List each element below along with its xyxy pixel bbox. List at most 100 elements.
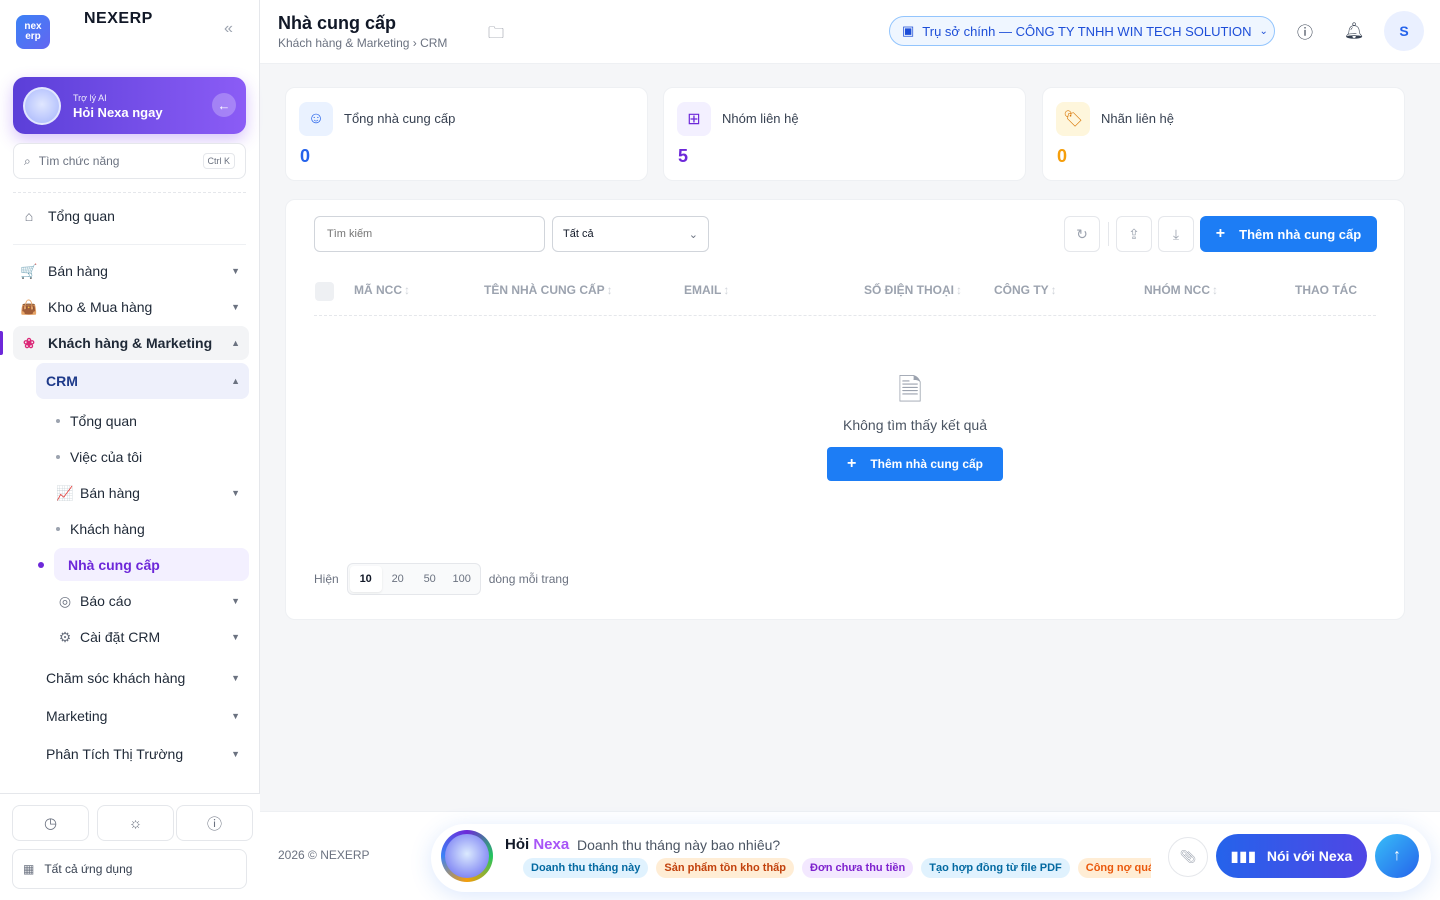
history-icon[interactable]: ◷ (12, 805, 89, 841)
chip-low-stock[interactable]: Sản phẩm tồn kho thấp (656, 858, 795, 878)
filter-select[interactable]: Tất cả ⌄ (552, 216, 709, 252)
talk-to-nexa-button[interactable]: ▮▮▮ Nói với Nexa (1216, 834, 1367, 878)
plus-icon: + (846, 455, 857, 472)
chip-overdue-debt[interactable]: Công nợ quá hạn (1077, 858, 1151, 878)
help-icon[interactable]: ⓘ (1290, 16, 1320, 46)
col-email[interactable]: EMAIL ↕ (684, 283, 729, 297)
active-dot (38, 562, 44, 568)
nav-customer-marketing[interactable]: ❀ Khách hàng & Marketing ▲ (20, 333, 240, 353)
refresh-icon[interactable]: ↻ (1064, 216, 1100, 252)
divider (13, 192, 246, 193)
upload-icon[interactable]: ⇪ (1116, 216, 1152, 252)
branch-selector[interactable]: ▣ Trụ sở chính — CÔNG TY TNHH WIN TECH S… (889, 16, 1275, 46)
page-title: Nhà cung cấp (278, 13, 397, 33)
nav-crm-sales[interactable]: 📈 Bán hàng ▼ (56, 483, 240, 503)
nav-market-analysis[interactable]: Phân Tích Thị Trường ▼ (46, 744, 240, 764)
search-icon: ⌕ (24, 153, 31, 168)
sidebar: nex erp NEXERP « Trợ lý AI Hỏi Nexa ngay… (0, 0, 260, 900)
collapse-sidebar-icon[interactable]: « (224, 20, 233, 38)
nexa-robot-icon (23, 87, 61, 125)
function-search[interactable]: ⌕ Tìm chức năng Ctrl K (13, 143, 246, 179)
nexa-title: Hỏi Nexa (505, 836, 570, 853)
caret-down-icon: ▼ (231, 488, 240, 498)
chip-unpaid-orders[interactable]: Đơn chưa thu tiền (802, 858, 914, 878)
alert-icon[interactable]: ⓘ (176, 805, 253, 841)
col-phone[interactable]: SỐ ĐIỆN THOẠI ↕ (864, 283, 962, 297)
ai-card-subtitle: Trợ lý AI (73, 93, 107, 103)
col-supplier-group[interactable]: NHÓM NCC ↕ (1144, 283, 1218, 297)
page-size-group: 10 20 50 100 (346, 563, 481, 595)
stat-total-suppliers: ☺ Tổng nhà cung cấp 0 (285, 87, 648, 181)
col-company[interactable]: CÔNG TY ↕ (994, 283, 1057, 297)
nexa-assistant-bar: Hỏi Nexa Doanh thu tháng này bao nhiêu? … (431, 824, 1431, 892)
select-all-checkbox[interactable] (315, 282, 334, 301)
active-indicator (0, 331, 3, 355)
page-size-20[interactable]: 20 (382, 566, 414, 592)
chip-revenue[interactable]: Doanh thu tháng này (523, 858, 649, 878)
download-icon[interactable]: ⤓ (1158, 216, 1194, 252)
nav-crm-settings[interactable]: ⚙ Cài đặt CRM ▼ (56, 627, 240, 647)
home-icon: ⌂ (24, 208, 34, 224)
caret-down-icon: ▼ (231, 266, 240, 276)
search-input[interactable]: Tìm chức năng (39, 154, 120, 168)
table-search-input[interactable] (314, 216, 545, 252)
caret-down-icon: ▼ (231, 596, 240, 606)
search-shortcut: Ctrl K (202, 153, 235, 169)
chip-contract-pdf[interactable]: Tạo hợp đồng từ file PDF (921, 858, 1070, 878)
bag-icon: 👜 (20, 298, 38, 315)
all-apps-button[interactable]: ▦ Tất cả ứng dụng (12, 849, 247, 889)
send-arrow-icon[interactable]: ↑ (1375, 834, 1419, 878)
page-size-10[interactable]: 10 (349, 566, 382, 592)
gear-icon: ⚙ (58, 628, 72, 645)
caret-down-icon: ▼ (231, 711, 240, 721)
chevron-down-icon: ⌄ (1259, 25, 1268, 37)
nexa-robot-icon[interactable] (441, 830, 493, 882)
plus-icon: + (1215, 225, 1226, 242)
nav-my-tasks[interactable]: Việc của tôi (56, 447, 240, 467)
nav-crm-overview[interactable]: Tổng quan (56, 411, 240, 431)
empty-state-text: Không tìm thấy kết quả (843, 417, 987, 433)
nav-sales[interactable]: 🛒 Bán hàng ▼ (20, 261, 240, 281)
divider (13, 244, 246, 245)
divider (1108, 222, 1109, 246)
users-icon: ❀ (23, 334, 35, 351)
nav-overview[interactable]: ⌂ Tổng quan (20, 206, 246, 226)
arrow-left-icon[interactable]: ← (212, 93, 236, 117)
logo[interactable]: nex erp (16, 15, 50, 49)
ask-nexa-card[interactable]: Trợ lý AI Hỏi Nexa ngay ← (13, 77, 246, 134)
caret-up-icon: ▲ (231, 376, 240, 386)
topbar: Nhà cung cấp Khách hàng & Marketing › CR… (260, 0, 1440, 64)
waveform-icon: ▮▮▮ (1230, 847, 1257, 864)
page-size-50[interactable]: 50 (414, 566, 446, 592)
nav-customer-care[interactable]: Chăm sóc khách hàng ▼ (46, 668, 240, 688)
nav-customers[interactable]: Khách hàng (56, 519, 240, 539)
chevron-down-icon: ⌄ (688, 228, 698, 241)
theme-icon[interactable]: ☼ (97, 805, 174, 841)
add-supplier-button[interactable]: + Thêm nhà cung cấp (1200, 216, 1377, 252)
caret-down-icon: ▼ (231, 632, 240, 642)
nav-reports[interactable]: ◎ Báo cáo ▼ (56, 591, 240, 611)
nexa-question-input[interactable]: Doanh thu tháng này bao nhiêu? (577, 837, 780, 853)
suggestion-chips: Doanh thu tháng này Sản phẩm tồn kho thấ… (523, 858, 1151, 878)
bell-icon[interactable]: 🔔︎ (1339, 16, 1369, 46)
paperclip-icon[interactable]: 📎︎ (1168, 837, 1208, 877)
report-icon: ◎ (58, 592, 72, 609)
folder-icon[interactable]: 🗀 (488, 22, 504, 49)
col-supplier-name[interactable]: TÊN NHÀ CUNG CẤP ↕ (484, 283, 613, 297)
col-supplier-code[interactable]: MÃ NCC ↕ (354, 283, 410, 297)
col-actions: THAO TÁC (1295, 283, 1357, 297)
caret-down-icon: ▼ (231, 749, 240, 759)
breadcrumb[interactable]: Khách hàng & Marketing › CRM (278, 36, 447, 50)
cart-icon: 🛒 (20, 262, 38, 279)
page-size-100[interactable]: 100 (446, 566, 478, 592)
building-icon: ▣ (902, 23, 915, 38)
nav-crm[interactable]: CRM ▲ (46, 371, 240, 391)
table-header: MÃ NCC ↕ TÊN NHÀ CUNG CẤP ↕ EMAIL ↕ SỐ ĐIỆN… (314, 270, 1376, 316)
nav-marketing[interactable]: Marketing ▼ (46, 706, 240, 726)
nav-inventory[interactable]: 👜 Kho & Mua hàng ▼ (20, 297, 240, 317)
tag-icon: 🏷︎ (1056, 102, 1090, 136)
nav-suppliers[interactable]: Nhà cung cấp (68, 555, 240, 575)
brand[interactable]: nex erp (16, 14, 50, 50)
avatar[interactable]: S (1384, 11, 1424, 51)
empty-add-supplier-button[interactable]: + Thêm nhà cung cấp (827, 447, 1003, 481)
